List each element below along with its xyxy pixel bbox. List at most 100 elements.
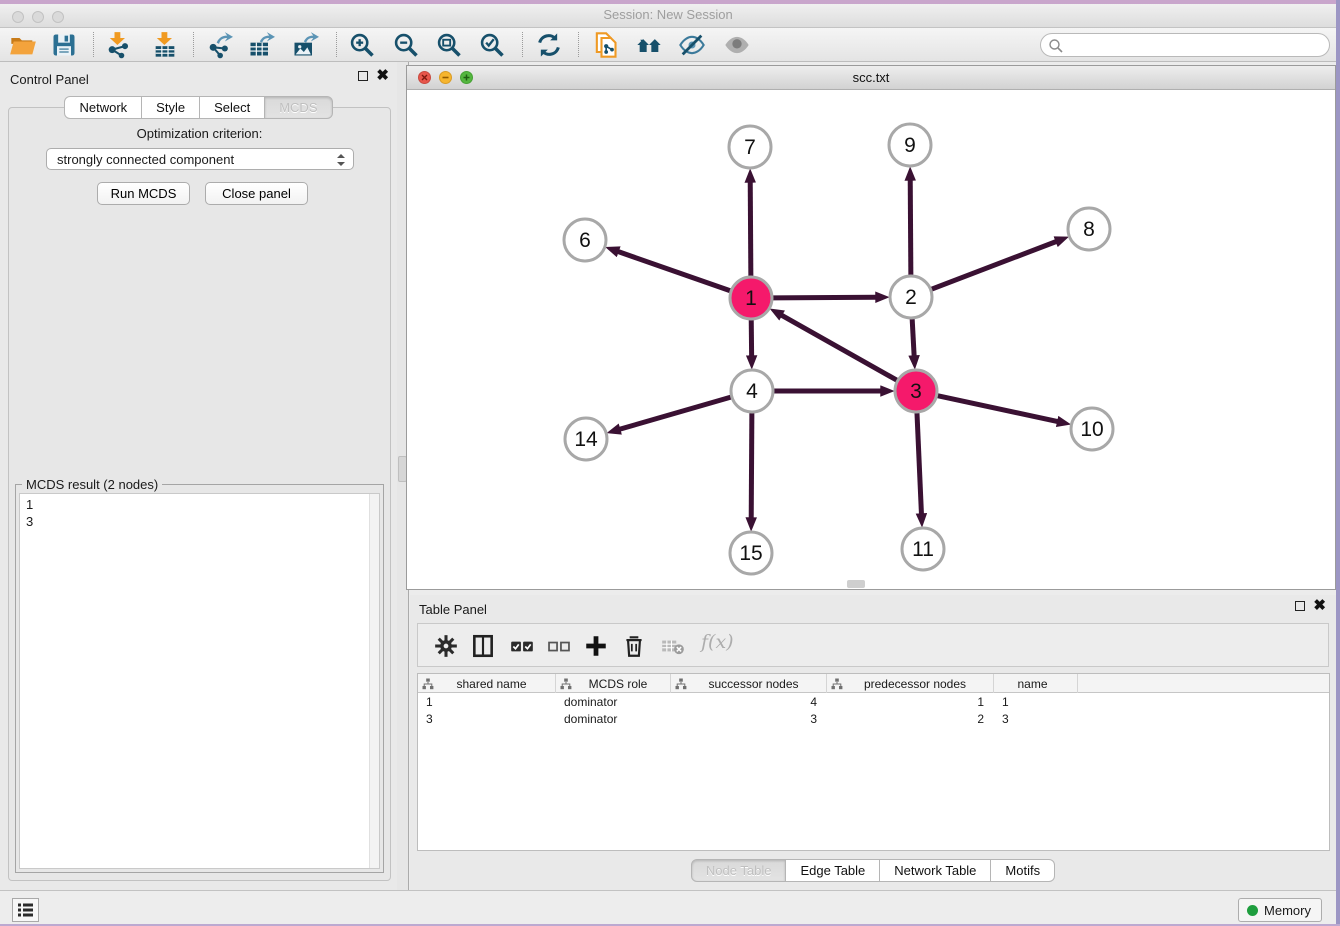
table-toolbar: f(x): [417, 623, 1329, 667]
control-panel-title: Control Panel: [10, 72, 89, 87]
tab-mcds[interactable]: MCDS: [265, 96, 332, 119]
show-column-icon[interactable]: [470, 633, 496, 659]
app-title: Session: New Session: [0, 7, 1336, 22]
graph-edge-1-2[interactable]: [773, 297, 876, 298]
graph-edge-2-9[interactable]: [910, 180, 911, 275]
add-column-icon[interactable]: [583, 633, 609, 659]
open-session-icon[interactable]: [9, 31, 37, 59]
column-header-mcds-role[interactable]: MCDS role: [556, 674, 671, 693]
graph-edge-3-11[interactable]: [917, 413, 921, 514]
run-mcds-button[interactable]: Run MCDS: [97, 182, 190, 205]
float-panel-icon[interactable]: [358, 71, 368, 81]
split-grip-horizontal[interactable]: [847, 580, 865, 588]
refresh-view-icon[interactable]: [535, 31, 563, 59]
network-canvas[interactable]: 1234678910111415: [407, 90, 1335, 589]
cell-predecessor-nodes[interactable]: 1: [827, 693, 994, 710]
tab-node-table[interactable]: Node Table: [691, 859, 787, 882]
toolbar-separator: [578, 32, 579, 57]
desktop-edge-right: [1336, 0, 1340, 926]
column-tree-icon: [560, 678, 572, 690]
clone-network-icon[interactable]: [591, 31, 619, 59]
table-panel-tabs: Node Table Edge Table Network Table Moti…: [410, 859, 1336, 882]
graph-edge-3-1[interactable]: [781, 315, 896, 380]
column-header-name[interactable]: name: [994, 674, 1078, 693]
graph-svg: 1234678910111415: [407, 90, 1335, 589]
save-session-icon[interactable]: [50, 31, 78, 59]
cell-shared-name[interactable]: 1: [418, 693, 556, 710]
node-table: shared name MCDS role successor nodes pr…: [417, 673, 1330, 851]
import-network-icon[interactable]: [104, 31, 132, 59]
column-header-successor-nodes[interactable]: successor nodes: [671, 674, 827, 693]
graph-node-label-10: 10: [1080, 418, 1103, 441]
graph-edge-2-3[interactable]: [912, 319, 914, 356]
graph-edge-3-10[interactable]: [938, 396, 1058, 422]
tab-select[interactable]: Select: [200, 96, 265, 119]
search-field: [1040, 33, 1330, 57]
task-history-button[interactable]: [12, 898, 39, 922]
table-header-row: shared name MCDS role successor nodes pr…: [418, 674, 1329, 693]
tab-edge-table[interactable]: Edge Table: [786, 859, 880, 882]
column-tree-icon: [675, 678, 687, 690]
search-icon: [1048, 38, 1064, 54]
tab-network[interactable]: Network: [64, 96, 142, 119]
graph-edge-4-14[interactable]: [620, 397, 731, 429]
toolbar-separator: [336, 32, 337, 57]
memory-button[interactable]: Memory: [1238, 898, 1322, 922]
result-scrollbar[interactable]: [369, 494, 379, 868]
graph-node-label-15: 15: [739, 542, 762, 565]
show-all-icon[interactable]: [723, 31, 751, 59]
cell-mcds-role[interactable]: dominator: [556, 710, 671, 727]
table-row[interactable]: 1 dominator 4 1 1: [418, 693, 1329, 710]
cell-predecessor-nodes[interactable]: 2: [827, 710, 994, 727]
export-table-icon[interactable]: [247, 31, 275, 59]
close-panel-icon[interactable]: ✖: [376, 71, 389, 81]
memory-status-icon: [1247, 905, 1258, 916]
float-table-panel-icon[interactable]: [1295, 601, 1305, 611]
zoom-selected-icon[interactable]: [478, 31, 506, 59]
graph-node-label-9: 9: [904, 134, 916, 157]
cell-successor-nodes[interactable]: 3: [671, 710, 827, 727]
memory-label: Memory: [1264, 903, 1311, 918]
select-all-rows-icon[interactable]: [509, 633, 535, 659]
graph-edge-2-8[interactable]: [932, 241, 1057, 289]
zoom-in-icon[interactable]: [348, 31, 376, 59]
table-settings-icon[interactable]: [433, 633, 459, 659]
graph-edge-1-6[interactable]: [618, 252, 730, 291]
cell-name[interactable]: 1: [994, 693, 1078, 710]
cell-mcds-role[interactable]: dominator: [556, 693, 671, 710]
tab-style[interactable]: Style: [142, 96, 200, 119]
deselect-all-rows-icon[interactable]: [546, 633, 572, 659]
export-network-icon[interactable]: [205, 31, 233, 59]
delete-column-icon[interactable]: [621, 633, 647, 659]
column-header-predecessor-nodes[interactable]: predecessor nodes: [827, 674, 994, 693]
graph-edge-1-7[interactable]: [750, 182, 751, 276]
hide-selected-icon[interactable]: [678, 31, 706, 59]
close-table-panel-icon[interactable]: ✖: [1313, 601, 1326, 611]
graph-edge-4-15[interactable]: [751, 413, 752, 518]
first-neighbors-icon[interactable]: [635, 31, 663, 59]
column-header-shared-name[interactable]: shared name: [418, 674, 556, 693]
search-input[interactable]: [1067, 36, 1322, 54]
zoom-out-icon[interactable]: [392, 31, 420, 59]
criterion-dropdown[interactable]: strongly connected component: [46, 148, 354, 170]
close-panel-button[interactable]: Close panel: [205, 182, 308, 205]
cell-name[interactable]: 3: [994, 710, 1078, 727]
tab-network-table[interactable]: Network Table: [880, 859, 991, 882]
toolbar-separator: [522, 32, 523, 57]
toolbar-separator: [93, 32, 94, 57]
delete-table-icon[interactable]: [660, 633, 686, 659]
list-icon: [13, 899, 38, 921]
cell-successor-nodes[interactable]: 4: [671, 693, 827, 710]
mcds-result-area[interactable]: 1 3: [19, 493, 380, 869]
export-image-icon[interactable]: [291, 31, 319, 59]
main-toolbar: [0, 28, 1336, 62]
zoom-fit-icon[interactable]: [435, 31, 463, 59]
mcds-panel: Optimization criterion: strongly connect…: [8, 107, 391, 881]
table-row[interactable]: 3 dominator 3 2 3: [418, 710, 1329, 727]
cell-shared-name[interactable]: 3: [418, 710, 556, 727]
apply-function-icon[interactable]: f(x): [701, 631, 734, 653]
tab-motifs[interactable]: Motifs: [991, 859, 1055, 882]
column-tree-icon: [422, 678, 434, 690]
import-table-icon[interactable]: [151, 31, 179, 59]
criterion-value: strongly connected component: [57, 152, 234, 167]
